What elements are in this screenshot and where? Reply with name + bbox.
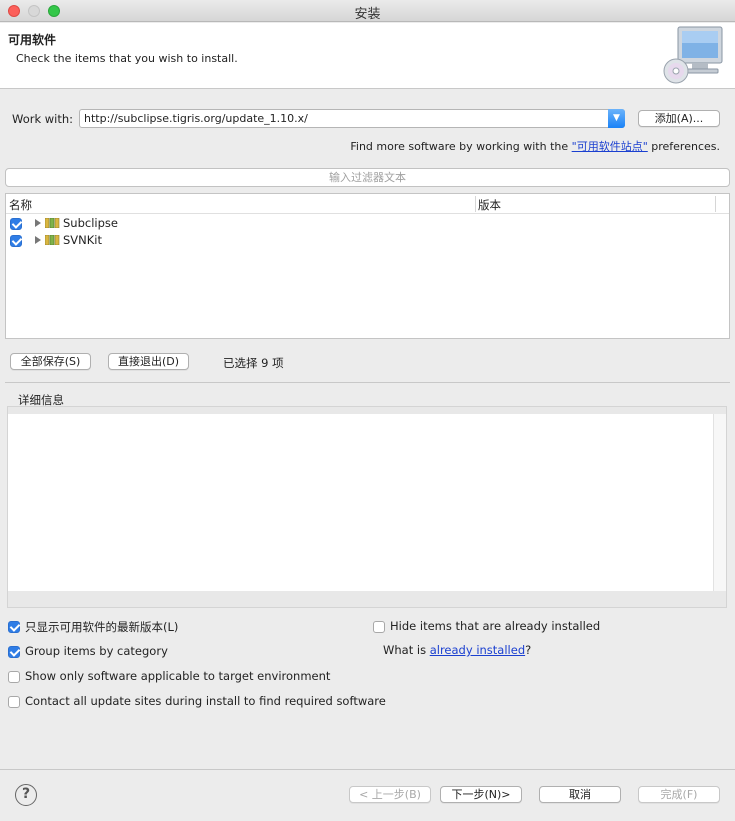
details-content[interactable] [8, 414, 713, 591]
window-title: 安装 [354, 7, 381, 22]
already-installed-link[interactable]: already installed [430, 643, 525, 657]
hide-installed-checkbox[interactable] [373, 621, 385, 633]
work-with-label: Work with: [12, 112, 74, 126]
divider [5, 382, 730, 383]
option-label[interactable]: Contact all update sites during install … [25, 694, 386, 708]
work-with-combo[interactable]: http://subclipse.tigris.org/update_1.10.… [79, 109, 625, 128]
row-label: Subclipse [63, 216, 118, 230]
category-icon [45, 235, 60, 245]
divider [0, 769, 735, 770]
details-scrollbar[interactable] [713, 414, 726, 591]
column-header-name[interactable]: 名称 [9, 197, 32, 213]
cancel-button[interactable]: 取消 [539, 786, 621, 803]
back-button[interactable]: < 上一步(B) [349, 786, 431, 803]
option-label[interactable]: Show only software applicable to target … [25, 669, 330, 683]
group-by-category-checkbox[interactable] [8, 646, 20, 658]
select-all-button[interactable]: 全部保存(S) [10, 353, 91, 370]
whatis-prefix: What is [383, 643, 430, 657]
filter-input[interactable]: 输入过滤器文本 [5, 168, 730, 187]
category-icon [45, 218, 60, 228]
tree-header: 名称 版本 [6, 194, 729, 214]
find-more-text: Find more software by working with the "… [350, 138, 720, 154]
tree-row-subclipse[interactable]: Subclipse [6, 215, 729, 232]
next-button[interactable]: 下一步(N)> [440, 786, 522, 803]
row-label: SVNKit [63, 233, 103, 247]
row-checkbox[interactable] [10, 235, 22, 247]
what-is-installed: What is already installed? [383, 643, 531, 657]
software-tree[interactable]: 名称 版本 Subclipse SVNKit [5, 193, 730, 339]
tree-row-svnkit[interactable]: SVNKit [6, 232, 729, 249]
expand-arrow-icon[interactable] [35, 236, 41, 244]
latest-version-checkbox[interactable] [8, 621, 20, 633]
applicable-only-checkbox[interactable] [8, 671, 20, 683]
chevron-down-icon[interactable]: ▼ [608, 109, 625, 128]
find-more-suffix: preferences. [647, 140, 720, 153]
column-divider[interactable] [475, 196, 476, 212]
row-checkbox[interactable] [10, 218, 22, 230]
details-panel [7, 406, 727, 608]
selected-count: 已选择 9 项 [223, 356, 284, 370]
install-monitor-icon [663, 26, 723, 84]
work-with-value[interactable]: http://subclipse.tigris.org/update_1.10.… [84, 112, 308, 125]
help-icon[interactable]: ? [15, 784, 37, 806]
find-more-prefix: Find more software by working with the [350, 140, 572, 153]
option-label[interactable]: 只显示可用软件的最新版本(L) [25, 619, 178, 635]
finish-button[interactable]: 完成(F) [638, 786, 720, 803]
title-bar: 安装 [0, 0, 735, 22]
page-title: 可用软件 [8, 33, 57, 47]
expand-arrow-icon[interactable] [35, 219, 41, 227]
whatis-suffix: ? [525, 643, 532, 657]
deselect-all-button[interactable]: 直接退出(D) [108, 353, 189, 370]
page-description: Check the items that you wish to install… [16, 52, 238, 65]
column-divider[interactable] [715, 196, 716, 212]
contact-sites-checkbox[interactable] [8, 696, 20, 708]
option-label[interactable]: Group items by category [25, 644, 168, 658]
wizard-header: 可用软件 Check the items that you wish to in… [0, 23, 735, 89]
option-label[interactable]: Hide items that are already installed [390, 619, 600, 633]
column-header-version[interactable]: 版本 [478, 197, 501, 213]
available-sites-link[interactable]: "可用软件站点" [572, 140, 648, 153]
add-site-button[interactable]: 添加(A)... [638, 110, 720, 127]
